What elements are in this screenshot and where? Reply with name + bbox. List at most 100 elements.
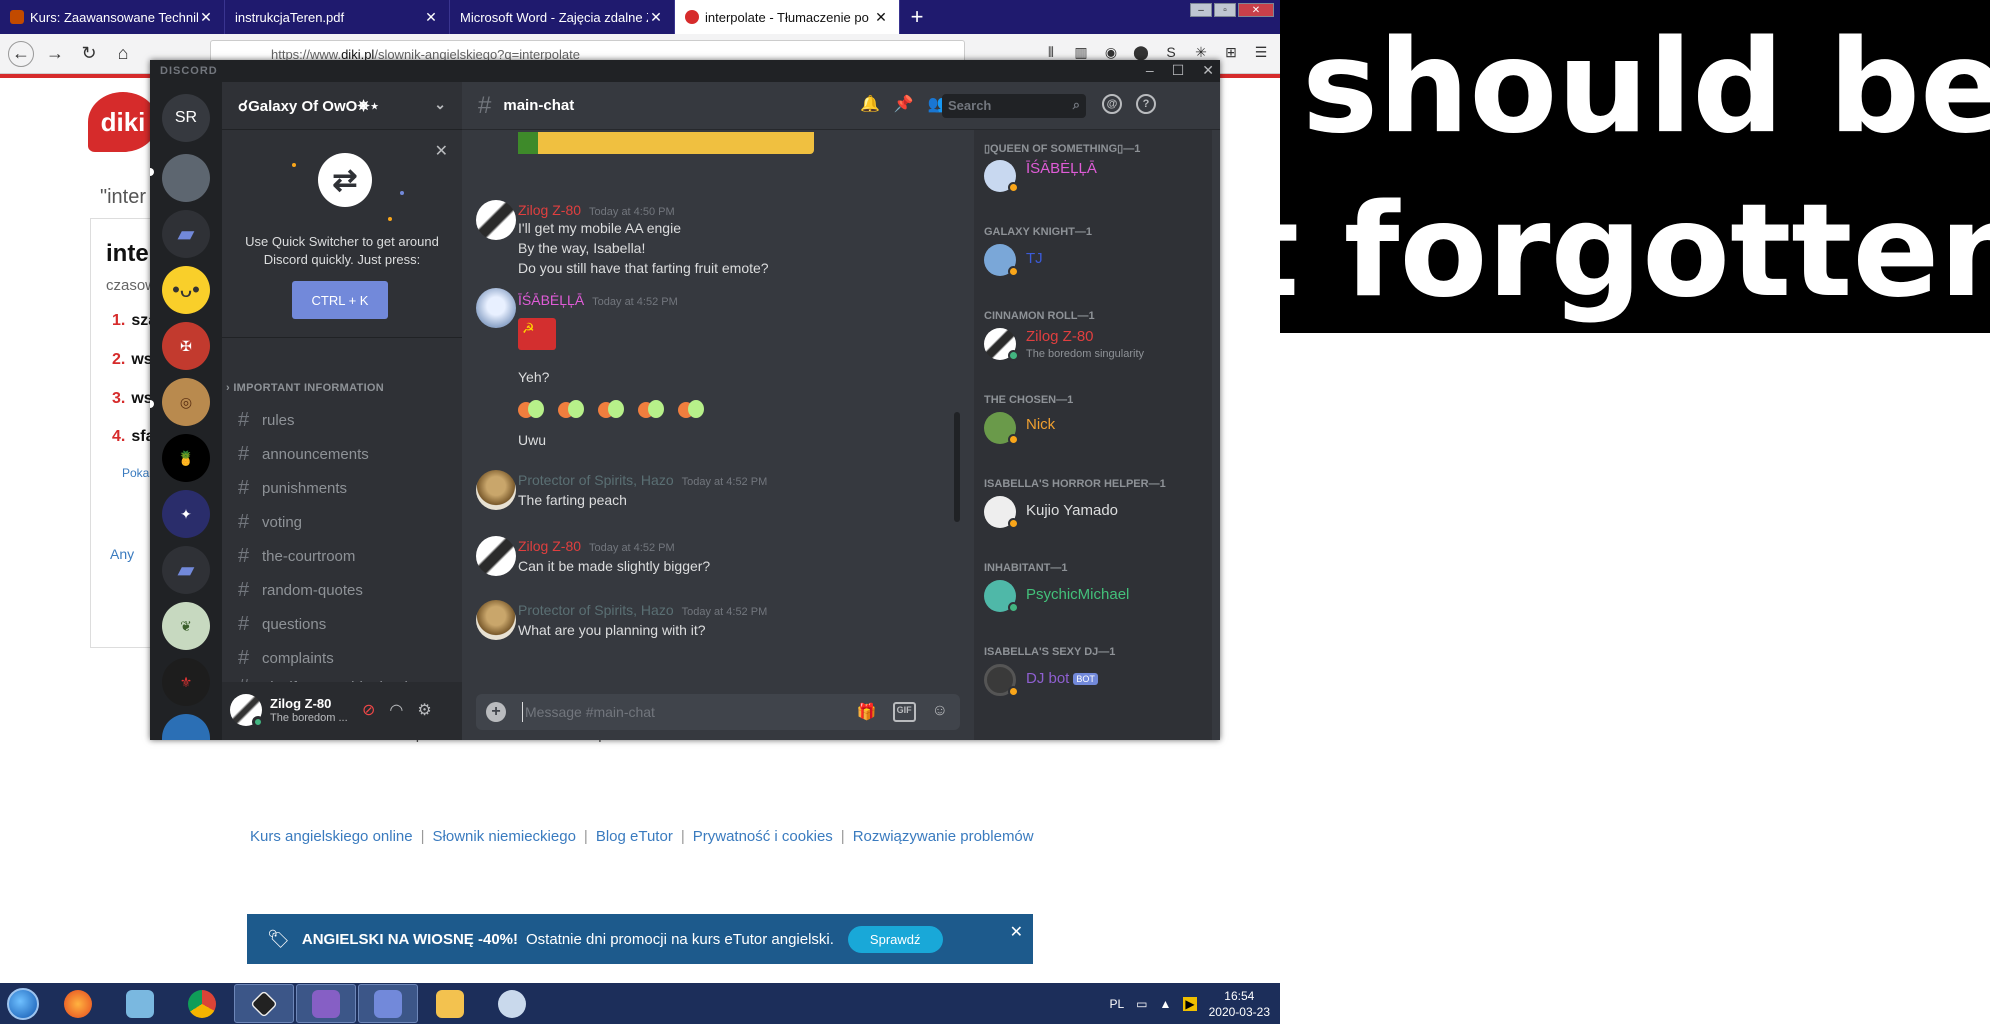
channel-category[interactable]: › IMPORTANT INFORMATION (226, 382, 384, 394)
channel-rules[interactable]: # rules (230, 404, 452, 436)
folder-icon[interactable]: ▰ (162, 210, 210, 258)
tab-close-icon[interactable]: ✕ (873, 9, 889, 26)
mention-icon[interactable]: @ (1102, 94, 1122, 114)
maximize-button[interactable]: ☐ (1172, 62, 1185, 79)
avatar[interactable] (476, 200, 516, 240)
adblock-icon[interactable]: ⬤ (1132, 42, 1150, 62)
sidebar-icon[interactable]: ▥ (1072, 42, 1090, 62)
footer-link[interactable]: Słownik niemieckiego (433, 828, 576, 845)
channel-voting[interactable]: # voting (230, 506, 452, 538)
account-icon[interactable]: ◉ (1102, 42, 1120, 62)
browser-tab-1[interactable]: Kurs: Zaawansowane Techniki ✕ (0, 0, 225, 34)
keyboard-icon[interactable]: ▭ (1136, 997, 1147, 1011)
mic-muted-icon[interactable]: ⊘ (362, 700, 375, 720)
related-link[interactable]: Any (110, 546, 134, 562)
taskbar-notepad[interactable] (110, 984, 170, 1023)
taskbar-discord[interactable] (358, 984, 418, 1023)
footer-link[interactable]: Rozwiązywanie problemów (853, 828, 1034, 845)
browser-tab-2[interactable]: instrukcjaTeren.pdf ✕ (225, 0, 450, 34)
folder-icon[interactable]: ▰ (162, 546, 210, 594)
show-hidden-icons[interactable]: ▲ (1159, 997, 1171, 1011)
promo-button[interactable]: Sprawdź (847, 925, 943, 953)
avatar[interactable] (476, 600, 516, 640)
reload-button[interactable]: ↻ (76, 41, 102, 67)
browser-tab-3[interactable]: Microsoft Word - Zajęcia zdalne Z ✕ (450, 0, 675, 34)
member-name[interactable]: Zilog Z-80 (1026, 328, 1094, 345)
channel-random-quotes[interactable]: # random-quotes (230, 574, 452, 606)
gift-icon[interactable]: 🎁 (857, 702, 877, 722)
scrollbar[interactable] (954, 412, 960, 522)
home-button[interactable]: ⌂ (110, 41, 136, 67)
add-attachment-icon[interactable]: + (486, 702, 506, 722)
forward-button[interactable]: → (42, 41, 68, 67)
channel-punishments[interactable]: # punishments (230, 472, 452, 504)
guild-icon[interactable]: 🍍 (162, 434, 210, 482)
headphones-icon[interactable]: ◠ (389, 700, 403, 720)
message-author[interactable]: Protector of Spirits, Hazo Today at 4:52 … (518, 472, 767, 488)
guild-icon[interactable] (162, 714, 210, 740)
back-button[interactable]: ← (8, 40, 34, 67)
extension-icon[interactable]: S (1162, 42, 1180, 62)
gif-icon[interactable]: GIF (892, 702, 916, 722)
minimize-button[interactable]: – (1190, 3, 1212, 17)
quick-switcher-button[interactable]: CTRL + K (292, 281, 388, 319)
member-name[interactable]: DJ bot BOT (1026, 670, 1098, 687)
guild-icon[interactable]: ✠ (162, 322, 210, 370)
help-icon[interactable]: ? (1136, 94, 1156, 114)
show-more-link[interactable]: Poka (122, 466, 149, 480)
taskbar-chrome[interactable] (172, 984, 232, 1023)
member-name[interactable]: Nick (1026, 416, 1055, 433)
avatar[interactable] (476, 470, 516, 510)
guild-icon[interactable]: ✦ (162, 490, 210, 538)
browser-tab-4[interactable]: interpolate - Tłumaczenie po p ✕ (675, 0, 900, 34)
taskbar-unity[interactable] (234, 984, 294, 1023)
grid-icon[interactable]: ⊞ (1222, 42, 1240, 62)
tab-close-icon[interactable]: ✕ (423, 9, 439, 26)
close-icon[interactable]: ✕ (435, 141, 448, 161)
clock[interactable]: 16:54 2020-03-23 (1209, 988, 1270, 1020)
guild-icon[interactable]: ❦ (162, 602, 210, 650)
gear-icon[interactable]: ⚙ (417, 700, 431, 720)
message-author[interactable]: ĪŚĀBĖĻĻĀ Today at 4:52 PM (518, 292, 678, 308)
library-icon[interactable]: ⫴ (1042, 42, 1060, 62)
tab-close-icon[interactable]: ✕ (198, 9, 214, 26)
close-window-button[interactable]: ✕ (1202, 62, 1214, 79)
diki-logo[interactable]: diki (88, 92, 158, 152)
channel-announcements[interactable]: # announcements (230, 438, 452, 470)
guild-icon[interactable]: ⚜ (162, 658, 210, 706)
channel-complaints[interactable]: # complaints (230, 642, 452, 674)
footer-link[interactable]: Kurs angielskiego online (250, 828, 413, 845)
close-icon[interactable]: ✕ (1010, 922, 1023, 942)
avatar[interactable] (476, 536, 516, 576)
menu-icon[interactable]: ☰ (1252, 42, 1270, 62)
message-author[interactable]: Zilog Z-80 Today at 4:50 PM (518, 202, 675, 218)
bell-icon[interactable]: 🔔 (860, 94, 880, 114)
guild-icon[interactable]: ◎ (162, 378, 210, 426)
member-name[interactable]: TJ (1026, 250, 1043, 267)
message-author[interactable]: Protector of Spirits, Hazo Today at 4:52 … (518, 602, 767, 618)
maximize-button[interactable]: ▫ (1214, 3, 1236, 17)
tab-close-icon[interactable]: ✕ (648, 9, 664, 26)
extension-icon[interactable]: ✳ (1192, 42, 1210, 62)
footer-link[interactable]: Prywatność i cookies (693, 828, 833, 845)
taskbar-firefox[interactable] (48, 984, 108, 1023)
guild-sr[interactable]: SR (162, 94, 210, 142)
taskbar-visual-studio[interactable] (296, 984, 356, 1023)
member-name[interactable]: ĪŚĀBĖĻĻĀ (1026, 160, 1097, 177)
server-header[interactable]: ☌Galaxy Of OwO✵⋆ ⌄ (222, 82, 462, 130)
message-author[interactable]: Zilog Z-80 Today at 4:52 PM (518, 538, 675, 554)
member-name[interactable]: Kujio Yamado (1026, 502, 1118, 519)
pin-icon[interactable]: 📌 (894, 94, 914, 114)
guild-icon[interactable] (162, 154, 210, 202)
language-indicator[interactable]: PL (1109, 997, 1124, 1011)
search-input[interactable]: Search ⌕ (942, 94, 1086, 118)
taskbar-explorer[interactable] (420, 984, 480, 1023)
guild-icon[interactable]: •ᴗ• (162, 266, 210, 314)
start-button[interactable] (0, 983, 46, 1024)
taskbar-paint[interactable] (482, 984, 542, 1023)
tray-app-icon[interactable]: ▶ (1183, 996, 1197, 1011)
close-window-button[interactable]: ✕ (1238, 3, 1274, 17)
member-name[interactable]: PsychicMichael (1026, 586, 1129, 603)
channel-the-courtroom[interactable]: # the-courtroom (230, 540, 452, 572)
message-input[interactable] (522, 702, 762, 722)
